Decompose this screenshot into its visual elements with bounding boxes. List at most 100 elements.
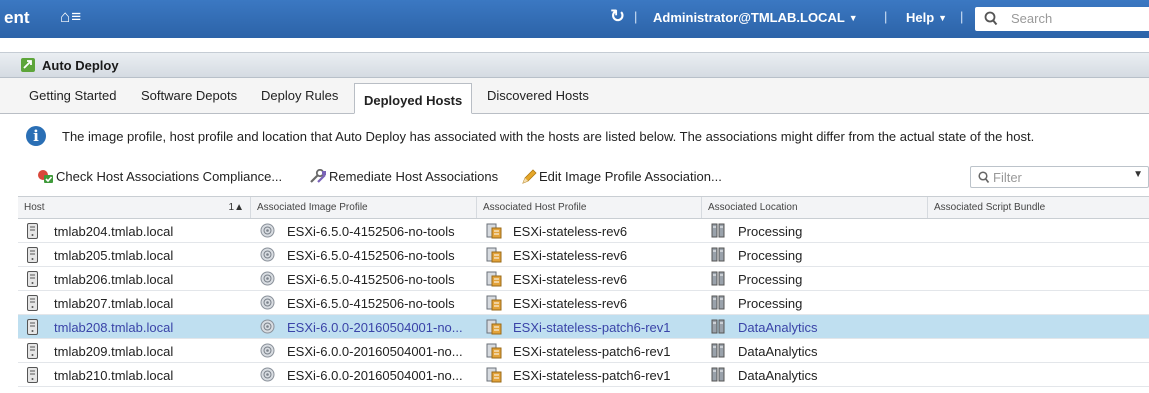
user-menu[interactable]: Administrator@TMLAB.LOCAL ▼ <box>653 10 858 25</box>
image-profile-cell-text: ESXi-6.0.0-20160504001-no... <box>287 344 463 359</box>
home-menu-button[interactable]: ⌂≡ <box>60 7 82 27</box>
table-row[interactable]: tmlab204.tmlab.local ESXi-6.5.0-4152506-n… <box>18 219 1149 243</box>
table-row[interactable]: tmlab206.tmlab.local ESXi-6.5.0-4152506-n… <box>18 267 1149 291</box>
host-name-cell-text: tmlab204.tmlab.local <box>54 224 174 239</box>
host-profile-cell-text: ESXi-stateless-patch6-rev1 <box>513 344 671 359</box>
script-bundle-cell <box>928 243 1149 267</box>
host-name-cell: tmlab204.tmlab.local <box>18 219 251 243</box>
datacenter-icon <box>711 271 726 287</box>
location-cell: Processing <box>702 243 928 267</box>
image-profile-cell-text: ESXi-6.5.0-4152506-no-tools <box>287 224 455 239</box>
image-profile-icon <box>260 223 275 239</box>
location-cell: Processing <box>702 219 928 243</box>
panel-title-bar: Auto Deploy <box>0 52 1149 78</box>
datacenter-icon <box>711 343 726 359</box>
table-header: Host 1▲ Associated Image Profile Associa… <box>18 197 1149 219</box>
filter-input[interactable]: Filter ▼ <box>970 166 1149 188</box>
location-cell: Processing <box>702 291 928 315</box>
image-profile-icon <box>260 247 275 263</box>
table-row[interactable]: tmlab209.tmlab.local ESXi-6.0.0-201605040… <box>18 339 1149 363</box>
image-profile-cell-text: ESXi-6.5.0-4152506-no-tools <box>287 296 455 311</box>
location-cell: DataAnalytics <box>702 315 928 339</box>
host-profile-icon <box>486 247 502 263</box>
remediate-label: Remediate Host Associations <box>329 169 499 184</box>
image-profile-icon <box>260 319 275 335</box>
table-row[interactable]: tmlab207.tmlab.local ESXi-6.5.0-4152506-n… <box>18 291 1149 315</box>
chevron-down-icon: ▼ <box>848 13 858 23</box>
tab-deployed-hosts[interactable]: Deployed Hosts <box>354 83 473 114</box>
image-profile-cell-text: ESXi-6.0.0-20160504001-no... <box>287 320 463 335</box>
edit-image-profile-button[interactable]: Edit Image Profile Association... <box>521 169 722 187</box>
pencil-icon <box>521 169 537 187</box>
sort-ascending-icon: 1▲ <box>228 202 244 213</box>
location-cell-text: DataAnalytics <box>738 368 818 383</box>
location-cell-text: DataAnalytics <box>738 320 818 335</box>
location-cell: DataAnalytics <box>702 339 928 363</box>
column-header-host-profile[interactable]: Associated Host Profile <box>477 197 702 218</box>
column-header-image-profile[interactable]: Associated Image Profile <box>251 197 477 218</box>
host-icon <box>27 223 42 239</box>
host-profile-cell: ESXi-stateless-rev6 <box>477 267 702 291</box>
image-profile-cell-text: ESXi-6.5.0-4152506-no-tools <box>287 272 455 287</box>
column-header-host[interactable]: Host 1▲ <box>18 197 251 218</box>
info-icon: i <box>26 126 46 146</box>
host-name-cell-text: tmlab207.tmlab.local <box>54 296 174 311</box>
edit-image-profile-label: Edit Image Profile Association... <box>539 169 722 184</box>
image-profile-icon <box>260 367 275 383</box>
image-profile-icon <box>260 271 275 287</box>
host-icon <box>27 343 42 359</box>
info-text: The image profile, host profile and loca… <box>62 129 1035 144</box>
host-name-cell-text: tmlab205.tmlab.local <box>54 248 174 263</box>
table-row[interactable]: tmlab205.tmlab.local ESXi-6.5.0-4152506-n… <box>18 243 1149 267</box>
tab-getting-started[interactable]: Getting Started <box>29 88 116 103</box>
table-row[interactable]: tmlab210.tmlab.local ESXi-6.0.0-201605040… <box>18 363 1149 387</box>
check-compliance-button[interactable]: Check Host Associations Compliance... <box>37 169 282 187</box>
search-input[interactable]: Search <box>975 7 1149 31</box>
host-profile-cell-text: ESXi-stateless-patch6-rev1 <box>513 320 671 335</box>
host-icon <box>27 367 42 383</box>
table-row[interactable]: tmlab208.tmlab.local ESXi-6.0.0-201605040… <box>18 315 1149 339</box>
image-profile-icon <box>260 343 275 359</box>
location-cell: Processing <box>702 267 928 291</box>
host-profile-cell: ESXi-stateless-rev6 <box>477 219 702 243</box>
header-separator: | <box>634 9 638 24</box>
help-label: Help <box>906 10 935 25</box>
location-cell-text: Processing <box>738 224 803 239</box>
script-bundle-cell <box>928 267 1149 291</box>
remediate-button[interactable]: Remediate Host Associations <box>309 168 499 187</box>
search-icon <box>978 170 990 187</box>
header-separator: | <box>884 9 888 24</box>
datacenter-icon <box>711 223 726 239</box>
host-icon <box>27 295 42 311</box>
image-profile-cell: ESXi-6.0.0-20160504001-no... <box>251 315 477 339</box>
chevron-down-icon[interactable]: ▼ <box>1133 169 1143 180</box>
tab-discovered-hosts[interactable]: Discovered Hosts <box>487 88 589 103</box>
host-icon <box>27 319 42 335</box>
image-profile-cell: ESXi-6.5.0-4152506-no-tools <box>251 219 477 243</box>
location-cell-text: DataAnalytics <box>738 344 818 359</box>
host-profile-cell-text: ESXi-stateless-rev6 <box>513 296 628 311</box>
refresh-icon[interactable]: ↻ <box>610 6 625 27</box>
image-profile-cell: ESXi-6.5.0-4152506-no-tools <box>251 243 477 267</box>
host-name-cell-text: tmlab208.tmlab.local <box>54 320 174 335</box>
image-profile-cell: ESXi-6.5.0-4152506-no-tools <box>251 291 477 315</box>
tab-deploy-rules[interactable]: Deploy Rules <box>261 88 338 103</box>
script-bundle-cell <box>928 339 1149 363</box>
image-profile-cell: ESXi-6.5.0-4152506-no-tools <box>251 267 477 291</box>
column-header-location[interactable]: Associated Location <box>702 197 928 218</box>
column-header-script-bundle[interactable]: Associated Script Bundle <box>928 197 1149 218</box>
host-name-cell: tmlab206.tmlab.local <box>18 267 251 291</box>
host-name-cell-text: tmlab209.tmlab.local <box>54 344 174 359</box>
compliance-check-icon <box>37 169 54 187</box>
host-name-cell-text: tmlab210.tmlab.local <box>54 368 174 383</box>
tab-bar: Getting Started Software Depots Deploy R… <box>0 78 1149 114</box>
deployed-hosts-table: Host 1▲ Associated Image Profile Associa… <box>18 196 1149 393</box>
help-menu[interactable]: Help ▼ <box>906 10 947 25</box>
host-profile-icon <box>486 295 502 311</box>
search-placeholder: Search <box>1011 11 1053 26</box>
script-bundle-cell <box>928 363 1149 387</box>
tab-software-depots[interactable]: Software Depots <box>141 88 237 103</box>
action-toolbar: Check Host Associations Compliance... Re… <box>0 161 1149 195</box>
image-profile-cell-text: ESXi-6.5.0-4152506-no-tools <box>287 248 455 263</box>
location-cell-text: Processing <box>738 248 803 263</box>
